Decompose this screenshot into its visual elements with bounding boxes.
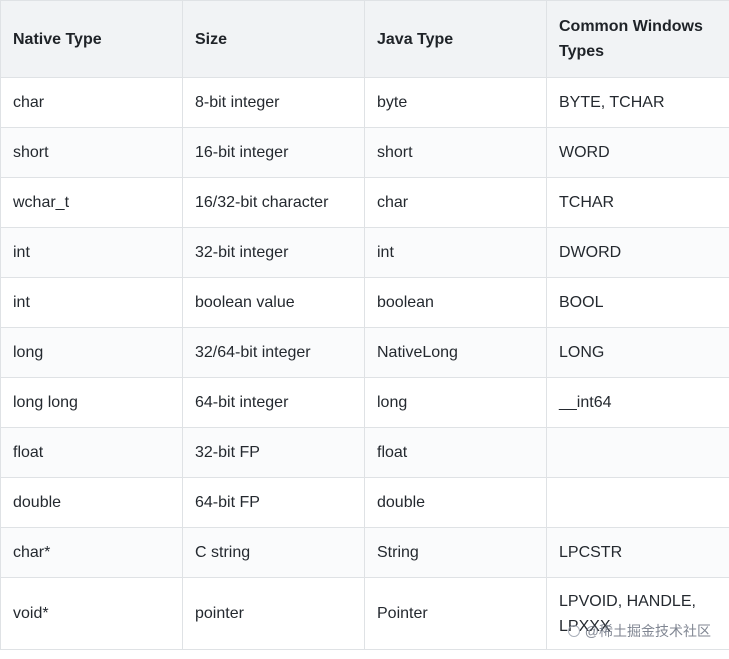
cell-size: 32-bit integer [182, 227, 365, 278]
table-header: Native Type Size Java Type Common Window… [0, 0, 729, 78]
table-row: char* C string String LPCSTR [0, 527, 729, 578]
cell-native-type: float [0, 427, 183, 478]
cell-size: 32-bit FP [182, 427, 365, 478]
cell-native-type: char [0, 77, 183, 128]
cell-windows-types [546, 477, 729, 528]
table-row: float 32-bit FP float [0, 427, 729, 478]
cell-native-type: long [0, 327, 183, 378]
cell-java-type: byte [364, 77, 547, 128]
cell-native-type: void* [0, 577, 183, 650]
cell-java-type: NativeLong [364, 327, 547, 378]
table-row: long 32/64-bit integer NativeLong LONG [0, 327, 729, 378]
cell-java-type: double [364, 477, 547, 528]
cell-windows-types: TCHAR [546, 177, 729, 228]
table-row: short 16-bit integer short WORD [0, 127, 729, 178]
cell-windows-types: BOOL [546, 277, 729, 328]
cell-size: 64-bit integer [182, 377, 365, 428]
cell-size: boolean value [182, 277, 365, 328]
cell-size: 16/32-bit character [182, 177, 365, 228]
watermark-text: @稀土掘金技术社区 [584, 623, 711, 639]
table-row: long long 64-bit integer long __int64 [0, 377, 729, 428]
header-java-type: Java Type [364, 0, 547, 78]
cell-native-type: int [0, 227, 183, 278]
cell-windows-types: LPCSTR [546, 527, 729, 578]
cell-size: 64-bit FP [182, 477, 365, 528]
cell-size: 16-bit integer [182, 127, 365, 178]
cell-size: C string [182, 527, 365, 578]
cell-size: pointer [182, 577, 365, 650]
watermark: @稀土掘金技术社区 [567, 621, 711, 641]
cell-size: 32/64-bit integer [182, 327, 365, 378]
table-row: char 8-bit integer byte BYTE, TCHAR [0, 77, 729, 128]
cell-java-type: char [364, 177, 547, 228]
cell-windows-types: WORD [546, 127, 729, 178]
cell-java-type: long [364, 377, 547, 428]
sparkle-icon [567, 625, 580, 637]
cell-size: 8-bit integer [182, 77, 365, 128]
cell-windows-types: LONG [546, 327, 729, 378]
cell-windows-types: BYTE, TCHAR [546, 77, 729, 128]
cell-windows-types [546, 427, 729, 478]
header-size: Size [182, 0, 365, 78]
cell-java-type: boolean [364, 277, 547, 328]
cell-native-type: short [0, 127, 183, 178]
table-row: int 32-bit integer int DWORD [0, 227, 729, 278]
cell-java-type: short [364, 127, 547, 178]
table-row: double 64-bit FP double [0, 477, 729, 528]
table-body: char 8-bit integer byte BYTE, TCHAR shor… [0, 77, 729, 650]
cell-windows-types: DWORD [546, 227, 729, 278]
cell-java-type: String [364, 527, 547, 578]
cell-java-type: int [364, 227, 547, 278]
header-row: Native Type Size Java Type Common Window… [0, 0, 729, 78]
header-common-windows-types: Common Windows Types [546, 0, 729, 78]
cell-native-type: double [0, 477, 183, 528]
cell-native-type: wchar_t [0, 177, 183, 228]
header-native-type: Native Type [0, 0, 183, 78]
table-row: wchar_t 16/32-bit character char TCHAR [0, 177, 729, 228]
cell-java-type: Pointer [364, 577, 547, 650]
cell-native-type: char* [0, 527, 183, 578]
cell-native-type: int [0, 277, 183, 328]
cell-java-type: float [364, 427, 547, 478]
table-row: int boolean value boolean BOOL [0, 277, 729, 328]
cell-windows-types: __int64 [546, 377, 729, 428]
cell-native-type: long long [0, 377, 183, 428]
type-mapping-table: Native Type Size Java Type Common Window… [0, 0, 729, 650]
